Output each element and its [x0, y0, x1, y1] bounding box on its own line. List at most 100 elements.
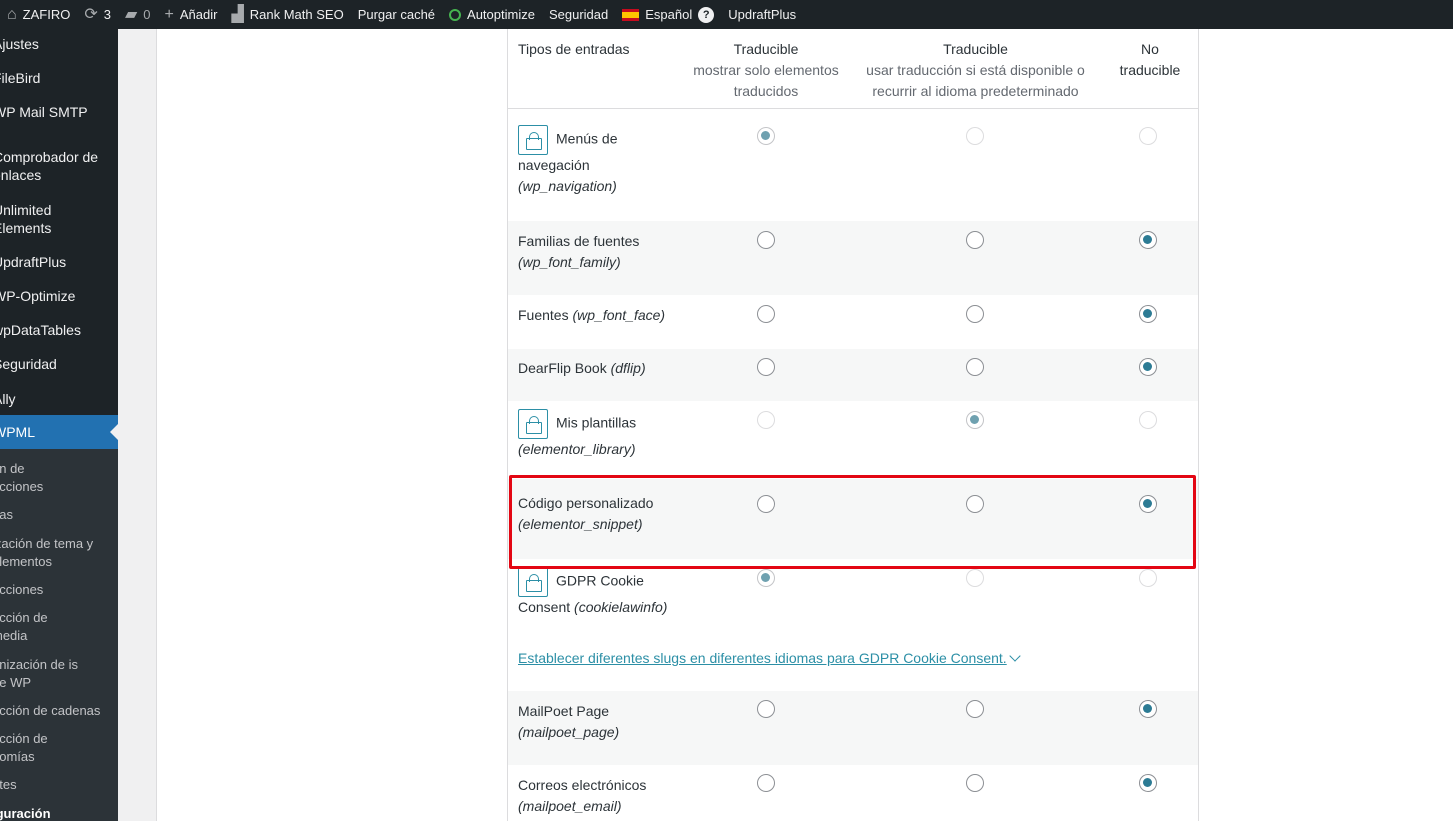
sidebar-item-ajustes[interactable]: Ajustes — [0, 35, 118, 53]
comments-link[interactable]: ▰ 0 — [118, 0, 158, 29]
lock-icon[interactable] — [518, 409, 548, 439]
radio-not-translatable[interactable] — [1139, 774, 1157, 792]
sidebar-item-label: FileBird — [0, 70, 41, 86]
radio-translatable-only[interactable] — [757, 358, 775, 376]
updates-link[interactable]: ⟳ 3 — [77, 0, 118, 29]
table-row: GDPR Cookie Consent (cookielawinfo) — [508, 559, 1198, 691]
sidebar-item-unlimited-elements[interactable]: Unlimited Elements — [0, 201, 90, 237]
lock-icon[interactable] — [518, 567, 548, 597]
spain-flag-icon — [622, 8, 640, 21]
post-type-name: Fuentes — [518, 307, 569, 323]
col-header-translatable-fallback: Traducible usar traducción si está dispo… — [863, 39, 1088, 102]
radio-translatable-fallback[interactable] — [966, 411, 984, 429]
security-label: Seguridad — [548, 7, 609, 22]
language-switcher[interactable]: Español ? — [615, 0, 721, 29]
radio-translatable-only[interactable] — [757, 700, 775, 718]
radio-not-translatable[interactable] — [1139, 231, 1157, 249]
updates-count: 3 — [103, 7, 111, 22]
sidebar-item-filebird[interactable]: FileBird — [0, 69, 118, 87]
radio-not-translatable[interactable] — [1139, 569, 1157, 587]
home-icon: ⌂ — [7, 5, 17, 23]
submenu-item[interactable]: ucción de media — [0, 609, 65, 645]
submenu-item[interactable]: nas — [0, 506, 118, 524]
radio-translatable-only[interactable] — [757, 305, 775, 323]
submenu-item[interactable]: ización de tema y plementos — [0, 535, 112, 571]
radio-translatable-fallback[interactable] — [966, 700, 984, 718]
post-type-slug: (wp_font_face) — [572, 307, 666, 323]
radio-translatable-fallback[interactable] — [966, 231, 984, 249]
sidebar-item-seguridad[interactable]: Seguridad — [0, 355, 118, 373]
submenu-item-label: ucciones — [0, 582, 44, 597]
col-header-translatable-only: Traducible mostrar solo elementos traduc… — [683, 39, 849, 102]
radio-translatable-only[interactable] — [757, 231, 775, 249]
refresh-icon: ⟳ — [84, 5, 98, 23]
post-type-name: Mis plantillas — [556, 414, 637, 431]
radio-translatable-only[interactable] — [757, 127, 775, 145]
radio-translatable-only[interactable] — [757, 569, 775, 587]
radio-translatable-only[interactable] — [757, 774, 775, 792]
radio-not-translatable[interactable] — [1139, 127, 1157, 145]
add-new-label: Añadir — [179, 7, 218, 22]
updraft-menu[interactable]: UpdraftPlus — [721, 0, 803, 29]
help-icon[interactable]: ? — [698, 6, 715, 23]
admin-sidebar: Ajustes FileBird WP Mail SMTP Comprobado… — [0, 29, 118, 821]
security-menu[interactable]: Seguridad — [542, 0, 615, 29]
radio-translatable-fallback[interactable] — [966, 495, 984, 513]
add-new-menu[interactable]: + Añadir — [158, 0, 225, 29]
autoptimize-menu[interactable]: Autoptimize — [442, 0, 542, 29]
sidebar-item-updraftplus[interactable]: UpdraftPlus — [0, 253, 118, 271]
post-type-slug: (elementor_library) — [518, 441, 636, 457]
submenu-item[interactable]: onización de is de WP — [0, 656, 80, 692]
radio-translatable-fallback[interactable] — [966, 127, 984, 145]
radio-not-translatable[interactable] — [1139, 305, 1157, 323]
comments-count: 0 — [143, 7, 151, 22]
radio-translatable-only[interactable] — [757, 411, 775, 429]
radio-translatable-only[interactable] — [757, 495, 775, 513]
table-row: Fuentes (wp_font_face) — [508, 295, 1198, 349]
submenu-item-label: etes — [0, 777, 17, 792]
radio-translatable-fallback[interactable] — [966, 358, 984, 376]
col-header-subtitle: usar traducción si está disponible o rec… — [866, 62, 1085, 99]
table-row: Menús de navegación (wp_navigation) — [508, 117, 1198, 221]
slug-link-text: Establecer diferentes slugs en diferente… — [518, 650, 1007, 666]
submenu-item-label: ucción de cadenas — [0, 703, 101, 718]
post-type-label: DearFlip Book (dflip) — [518, 358, 646, 379]
radio-translatable-fallback[interactable] — [966, 774, 984, 792]
sidebar-item-label: wpDataTables — [0, 322, 81, 338]
sidebar-item-ally[interactable]: Ally — [0, 390, 118, 408]
sidebar-item-wp-optimize[interactable]: WP-Optimize — [0, 287, 118, 305]
sidebar-item-label: Seguridad — [0, 356, 57, 372]
rank-math-menu[interactable]: ▟ Rank Math SEO — [224, 0, 350, 29]
radio-not-translatable[interactable] — [1139, 358, 1157, 376]
submenu-item[interactable]: ón de ucciones — [0, 460, 60, 496]
radio-not-translatable[interactable] — [1139, 700, 1157, 718]
post-type-slug: (mailpoet_page) — [518, 724, 620, 740]
table-header: Tipos de entradas Traducible mostrar sol… — [508, 29, 1198, 109]
submenu-item-current[interactable]: iguración — [0, 805, 118, 821]
lock-icon[interactable] — [518, 125, 548, 155]
submenu-item[interactable]: ucción de nomías — [0, 730, 65, 766]
table-row: DearFlip Book (dflip) — [508, 349, 1198, 401]
post-type-label: GDPR Cookie Consent (cookielawinfo) — [518, 567, 678, 618]
submenu-item-label: ucción de nomías — [0, 731, 48, 764]
radio-not-translatable[interactable] — [1139, 495, 1157, 513]
site-home-link[interactable]: ⌂ ZAFIRO — [0, 0, 77, 29]
submenu-item[interactable]: ucción de cadenas — [0, 702, 118, 720]
post-type-slug: (wp_font_family) — [518, 254, 621, 270]
purge-cache-button[interactable]: Purgar caché — [351, 0, 442, 29]
radio-translatable-fallback[interactable] — [966, 305, 984, 323]
table-row: Correos electrónicos (mailpoet_email) — [508, 765, 1198, 821]
radio-translatable-fallback[interactable] — [966, 569, 984, 587]
submenu-item-label: onización de is de WP — [0, 657, 78, 690]
submenu-item[interactable]: etes — [0, 776, 118, 794]
radio-not-translatable[interactable] — [1139, 411, 1157, 429]
sidebar-item-wpdatatables[interactable]: wpDataTables — [0, 321, 118, 339]
sidebar-item-link-checker[interactable]: Comprobador de enlaces — [0, 148, 110, 184]
post-type-slug: (cookielawinfo) — [574, 599, 668, 615]
col-header-title: Traducible — [733, 41, 799, 57]
table-row: Mis plantillas (elementor_library) — [508, 401, 1198, 479]
sidebar-item-wp-mail-smtp[interactable]: WP Mail SMTP — [0, 103, 118, 121]
submenu-item[interactable]: ucciones — [0, 581, 118, 599]
sidebar-item-wpml[interactable]: WPML — [0, 415, 118, 449]
different-slugs-link[interactable]: Establecer diferentes slugs en diferente… — [518, 650, 1021, 666]
